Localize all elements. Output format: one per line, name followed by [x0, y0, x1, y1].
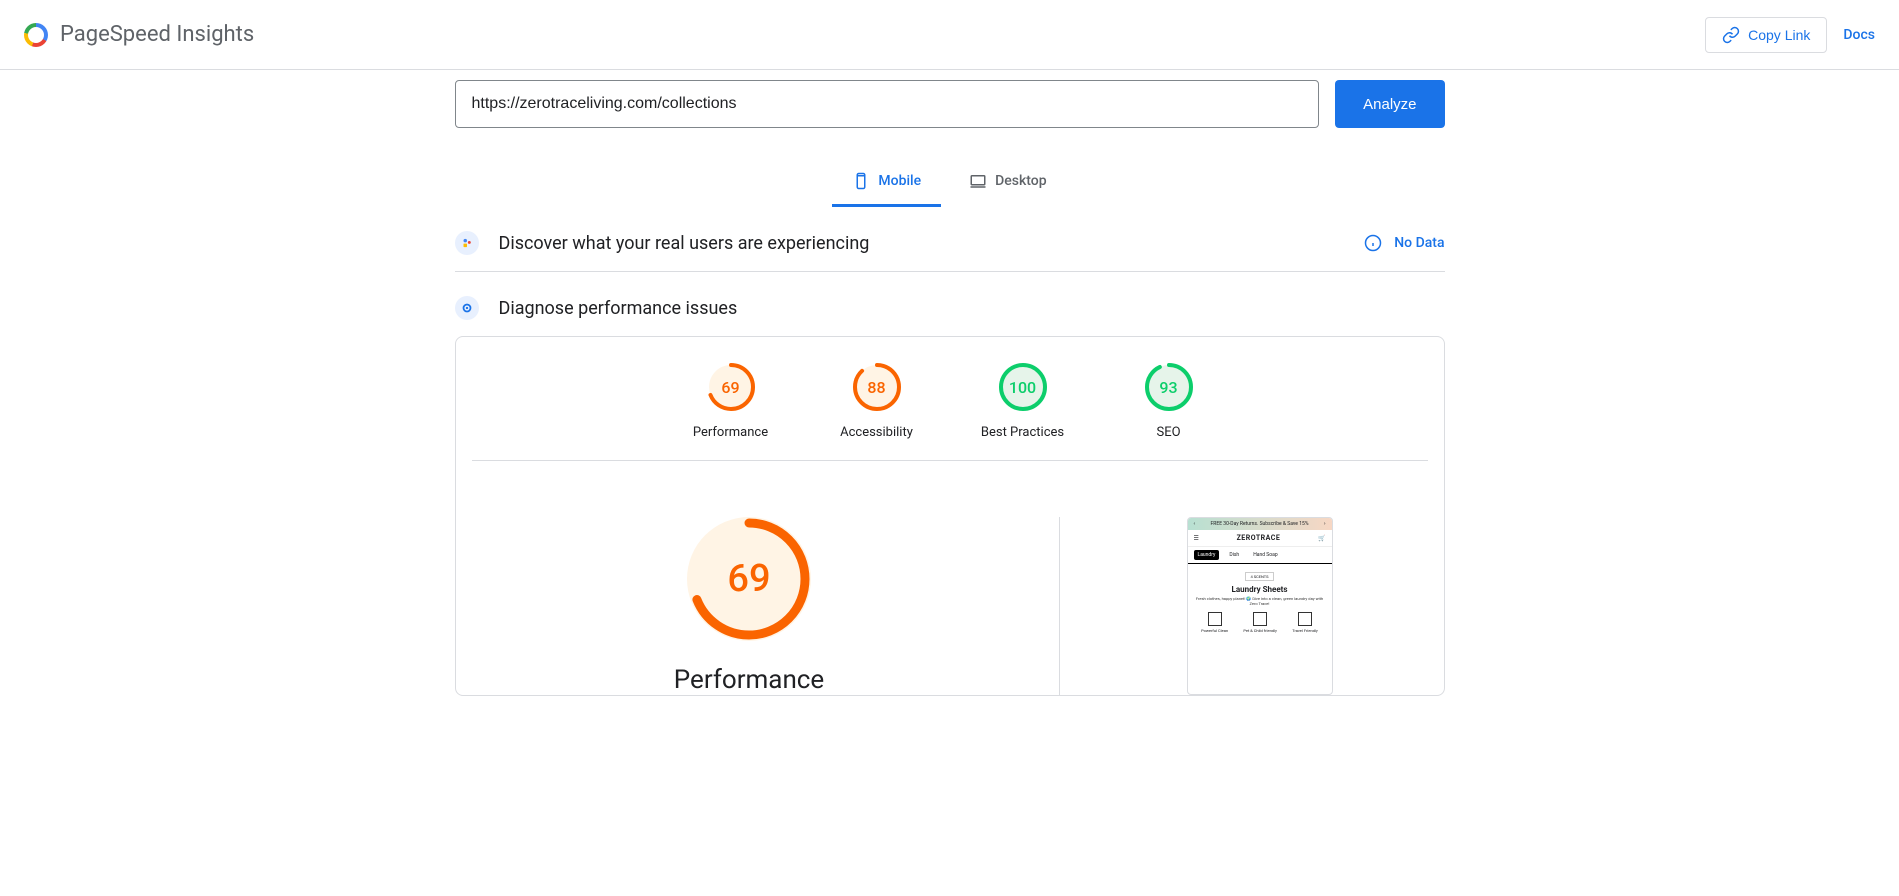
- shot-banner-arrow-right: ›: [1324, 521, 1326, 527]
- no-data-link[interactable]: No Data: [1394, 235, 1444, 251]
- plane-icon: [1298, 612, 1312, 626]
- shot-tab-laundry: Laundry: [1194, 550, 1220, 560]
- paw-icon: [1253, 612, 1267, 626]
- gauge-best-practices[interactable]: 100 Best Practices: [978, 361, 1068, 440]
- tab-mobile-label: Mobile: [878, 173, 921, 189]
- tab-desktop[interactable]: Desktop: [949, 160, 1066, 207]
- shot-icon-travel: Travel Friendly: [1292, 612, 1318, 633]
- gauge-circle: 69: [705, 361, 757, 413]
- gauge-value: 88: [851, 361, 903, 413]
- diagnose-section: Diagnose performance issues: [455, 272, 1445, 328]
- shot-badge: 4 SCENTS: [1245, 572, 1273, 581]
- shot-icon-label: Travel Friendly: [1292, 628, 1318, 633]
- diagnose-title: Diagnose performance issues: [499, 298, 738, 319]
- big-gauge-value: 69: [687, 517, 811, 641]
- info-icon: [1364, 234, 1382, 252]
- header-right: Copy Link Docs: [1705, 17, 1875, 53]
- discover-section: Discover what your real users are experi…: [455, 207, 1445, 272]
- big-gauge-label: Performance: [674, 665, 824, 695]
- users-icon: [455, 231, 479, 255]
- results-card: 69 Performance 88 Accessibility 100 Best Prac…: [455, 336, 1445, 696]
- desktop-icon: [969, 172, 987, 190]
- analyze-button[interactable]: Analyze: [1335, 80, 1444, 128]
- gauge-accessibility[interactable]: 88 Accessibility: [832, 361, 922, 440]
- copy-link-button[interactable]: Copy Link: [1705, 17, 1827, 53]
- shot-heading: Laundry Sheets: [1194, 585, 1326, 594]
- shot-icon-pet: Pet & Child friendly: [1243, 612, 1277, 633]
- copy-link-label: Copy Link: [1748, 27, 1810, 43]
- big-performance-gauge: 69: [687, 517, 811, 641]
- header-left: PageSpeed Insights: [24, 22, 254, 47]
- site-screenshot: ‹ FREE 30-Day Returns. Subscribe & Save …: [1187, 517, 1333, 695]
- gauges-row: 69 Performance 88 Accessibility 100 Best Prac…: [472, 361, 1428, 461]
- performance-gauge-col: 69 Performance: [480, 517, 1060, 695]
- url-analyze-row: Analyze: [455, 80, 1445, 128]
- hamburger-icon: ☰: [1194, 535, 1199, 542]
- gauge-label: Best Practices: [981, 425, 1064, 440]
- gauge-value: 69: [705, 361, 757, 413]
- gauge-circle: 100: [997, 361, 1049, 413]
- clean-icon: [1208, 612, 1222, 626]
- tab-mobile[interactable]: Mobile: [832, 160, 941, 207]
- gauge-value: 100: [997, 361, 1049, 413]
- mobile-icon: [852, 172, 870, 190]
- shot-banner-arrow-left: ‹: [1194, 521, 1196, 527]
- main-gauge-row: 69 Performance ‹ FREE 30-Day Returns. Su…: [456, 461, 1444, 695]
- docs-link[interactable]: Docs: [1843, 27, 1875, 43]
- gauge-performance[interactable]: 69 Performance: [686, 361, 776, 440]
- gauge-value: 93: [1143, 361, 1195, 413]
- shot-logo: ZEROTRACE: [1237, 534, 1281, 542]
- shot-icon-label: Pet & Child friendly: [1243, 628, 1277, 633]
- shot-tab-handsoap: Hand Soap: [1249, 550, 1281, 560]
- shot-banner: ‹ FREE 30-Day Returns. Subscribe & Save …: [1188, 518, 1332, 530]
- gauge-circle: 93: [1143, 361, 1195, 413]
- shot-tabs: Laundry Dish Hand Soap: [1188, 547, 1332, 564]
- gauge-label: Performance: [693, 425, 768, 440]
- link-icon: [1722, 26, 1740, 44]
- shot-sub: Fresh clothes, happy planet! 🌍 Dive into…: [1194, 596, 1326, 606]
- gauge-label: SEO: [1156, 425, 1180, 440]
- app-title: PageSpeed Insights: [60, 22, 254, 47]
- device-tabs: Mobile Desktop: [455, 160, 1445, 207]
- url-input[interactable]: [455, 80, 1320, 128]
- shot-header: ☰ ZEROTRACE 🛒: [1188, 530, 1332, 547]
- shot-icon-label: Powerful Clean: [1201, 628, 1228, 633]
- gauge-label: Accessibility: [840, 425, 913, 440]
- shot-banner-text: FREE 30-Day Returns. Subscribe & Save 15…: [1211, 521, 1309, 527]
- discover-left: Discover what your real users are experi…: [455, 231, 870, 255]
- discover-title: Discover what your real users are experi…: [499, 233, 870, 254]
- shot-icons-row: Powerful Clean Pet & Child friendly Trav…: [1194, 612, 1326, 633]
- gauge-seo[interactable]: 93 SEO: [1124, 361, 1214, 440]
- gauge-circle: 88: [851, 361, 903, 413]
- diagnose-icon: [455, 296, 479, 320]
- screenshot-column: ‹ FREE 30-Day Returns. Subscribe & Save …: [1100, 517, 1420, 695]
- no-data-group: No Data: [1364, 234, 1444, 252]
- tab-desktop-label: Desktop: [995, 173, 1046, 189]
- main-container: Analyze Mobile Desktop Discover what you…: [455, 70, 1445, 696]
- shot-tab-dish: Dish: [1225, 550, 1243, 560]
- shot-body: 4 SCENTS Laundry Sheets Fresh clothes, h…: [1188, 564, 1332, 645]
- cart-icon: 🛒: [1318, 535, 1325, 542]
- shot-icon-clean: Powerful Clean: [1201, 612, 1228, 633]
- pagespeed-logo-icon: [24, 23, 48, 47]
- app-header: PageSpeed Insights Copy Link Docs: [0, 0, 1899, 70]
